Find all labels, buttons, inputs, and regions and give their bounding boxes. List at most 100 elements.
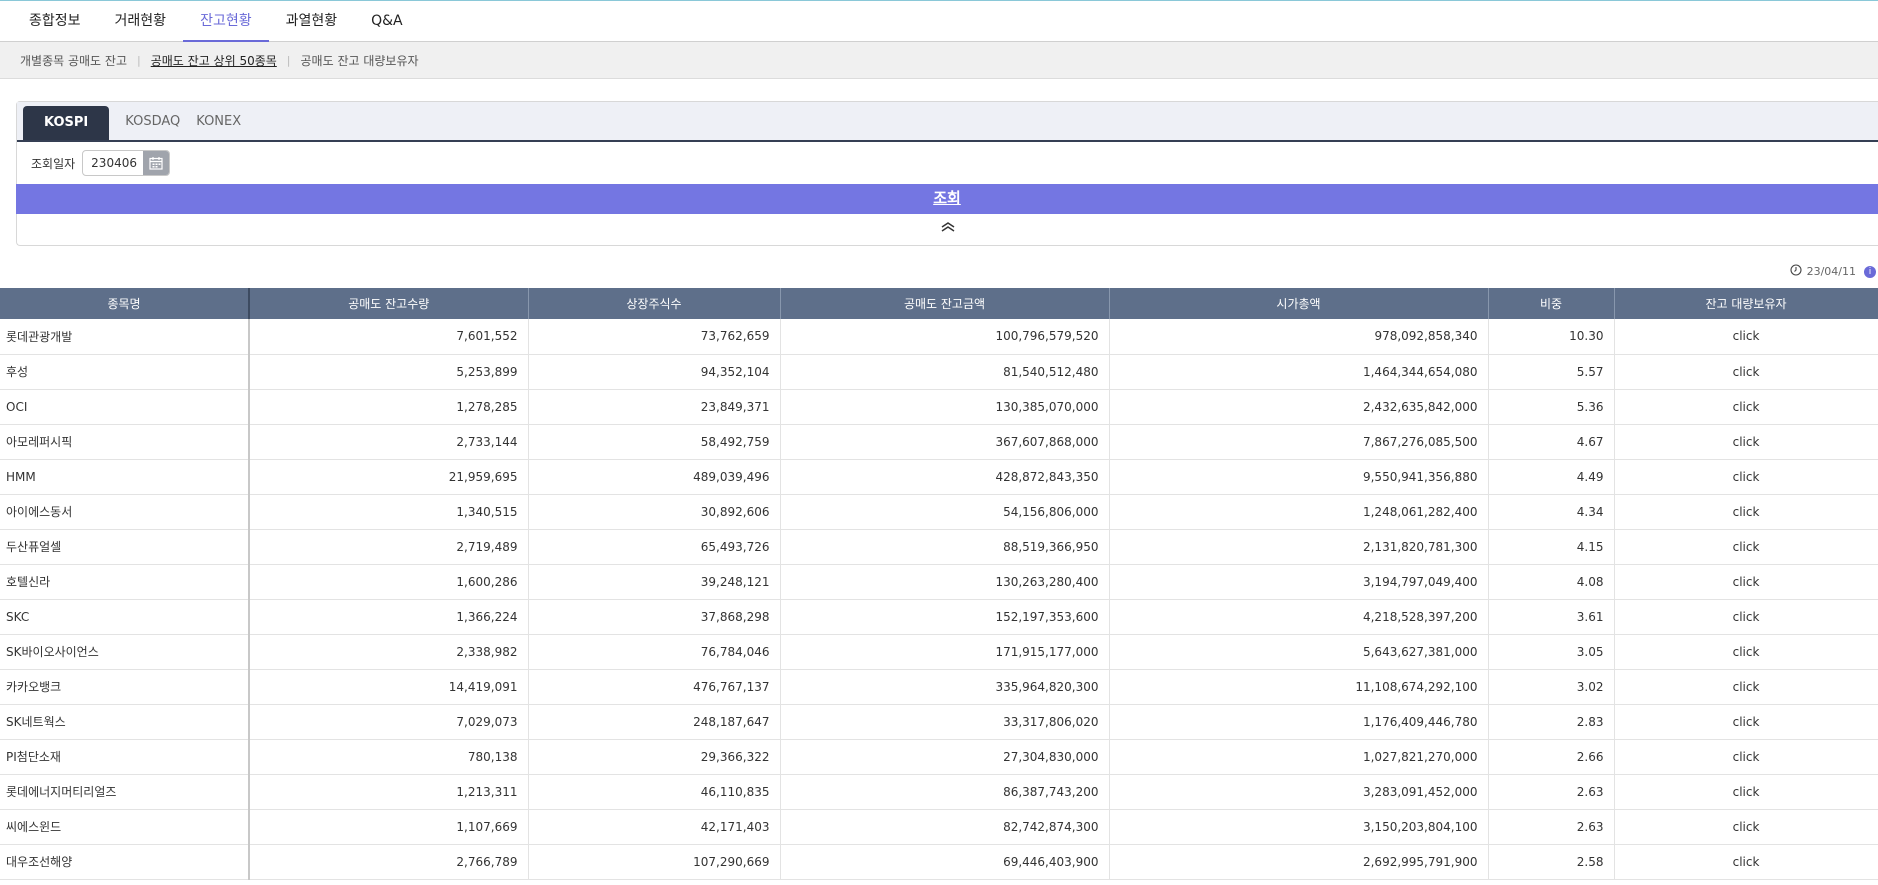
- cell-listed-shares: 39,248,121: [528, 564, 781, 600]
- tab-balance[interactable]: 잔고현황: [183, 1, 269, 42]
- search-button[interactable]: 조회: [16, 184, 1878, 214]
- tab-konex[interactable]: KONEX: [188, 104, 249, 140]
- cell-listed-shares: 489,039,496: [528, 459, 781, 495]
- cell-large-holders-link[interactable]: click: [1614, 424, 1878, 460]
- cell-short-qty: 1,366,224: [249, 599, 529, 635]
- table-row: 카카오뱅크 14,419,091 476,767,137 335,964,820,30…: [0, 669, 1878, 705]
- header-listed-shares[interactable]: 상장주식수: [528, 288, 781, 319]
- cell-ratio: 3.05: [1488, 634, 1615, 670]
- cell-ratio: 4.67: [1488, 424, 1615, 460]
- cell-large-holders-link[interactable]: click: [1614, 634, 1878, 670]
- cell-stock-name: 아모레퍼시픽: [0, 424, 250, 460]
- cell-listed-shares: 476,767,137: [528, 669, 781, 705]
- cell-large-holders-link[interactable]: click: [1614, 529, 1878, 565]
- header-stock-name[interactable]: 종목명: [0, 288, 250, 319]
- cell-large-holders-link[interactable]: click: [1614, 669, 1878, 705]
- table-row: SKC 1,366,224 37,868,298 152,197,353,600 4,2…: [0, 599, 1878, 635]
- table-row: SK바이오사이언스 2,338,982 76,784,046 171,915,177,…: [0, 634, 1878, 670]
- cell-ratio: 2.66: [1488, 739, 1615, 775]
- cell-large-holders-link[interactable]: click: [1614, 599, 1878, 635]
- sub-nav-top50[interactable]: 공매도 잔고 상위 50종목: [151, 52, 277, 69]
- cell-large-holders-link[interactable]: click: [1614, 564, 1878, 600]
- cell-short-qty: 14,419,091: [249, 669, 529, 705]
- cell-short-amount: 367,607,868,000: [780, 424, 1110, 460]
- cell-stock-name: OCI: [0, 389, 250, 425]
- cell-listed-shares: 94,352,104: [528, 354, 781, 390]
- cell-listed-shares: 107,290,669: [528, 844, 781, 880]
- date-picker: [82, 150, 171, 176]
- header-large-holders[interactable]: 잔고 대량보유자: [1614, 288, 1878, 319]
- cell-short-qty: 2,719,489: [249, 529, 529, 565]
- cell-large-holders-link[interactable]: click: [1614, 739, 1878, 775]
- cell-short-qty: 7,601,552: [249, 319, 529, 355]
- clock-icon: [1790, 264, 1802, 279]
- cell-listed-shares: 23,849,371: [528, 389, 781, 425]
- cell-short-qty: 1,107,669: [249, 809, 529, 845]
- calendar-icon[interactable]: [143, 151, 170, 175]
- cell-listed-shares: 58,492,759: [528, 424, 781, 460]
- cell-short-amount: 81,540,512,480: [780, 354, 1110, 390]
- cell-ratio: 5.57: [1488, 354, 1615, 390]
- cell-short-qty: 2,766,789: [249, 844, 529, 880]
- cell-short-qty: 1,278,285: [249, 389, 529, 425]
- cell-large-holders-link[interactable]: click: [1614, 494, 1878, 530]
- tab-kospi[interactable]: KOSPI: [23, 106, 110, 140]
- cell-large-holders-link[interactable]: click: [1614, 389, 1878, 425]
- cell-listed-shares: 30,892,606: [528, 494, 781, 530]
- chevron-double-up-icon: [941, 222, 954, 232]
- cell-large-holders-link[interactable]: click: [1614, 354, 1878, 390]
- header-short-qty[interactable]: 공매도 잔고수량: [249, 288, 529, 319]
- cell-large-holders-link[interactable]: click: [1614, 704, 1878, 740]
- cell-ratio: 4.15: [1488, 529, 1615, 565]
- cell-stock-name: 호텔신라: [0, 564, 250, 600]
- cell-ratio: 2.83: [1488, 704, 1615, 740]
- tab-overview[interactable]: 종합정보: [12, 1, 98, 41]
- cell-short-amount: 100,796,579,520: [780, 319, 1110, 355]
- table-row: 롯데에너지머티리얼즈 1,213,311 46,110,835 86,387,743,…: [0, 774, 1878, 810]
- cell-stock-name: SK바이오사이언스: [0, 634, 250, 670]
- header-short-amount[interactable]: 공매도 잔고금액: [780, 288, 1110, 319]
- cell-stock-name: 두산퓨얼셀: [0, 529, 250, 565]
- header-market-cap[interactable]: 시가총액: [1109, 288, 1489, 319]
- cell-short-qty: 780,138: [249, 739, 529, 775]
- cell-large-holders-link[interactable]: click: [1614, 844, 1878, 880]
- cell-ratio: 2.63: [1488, 774, 1615, 810]
- tab-trading[interactable]: 거래현황: [98, 1, 184, 41]
- cell-short-amount: 69,446,403,900: [780, 844, 1110, 880]
- cell-market-cap: 978,092,858,340: [1109, 319, 1489, 355]
- cell-ratio: 3.02: [1488, 669, 1615, 705]
- table-row: 아모레퍼시픽 2,733,144 58,492,759 367,607,868,000…: [0, 424, 1878, 460]
- cell-market-cap: 2,432,635,842,000: [1109, 389, 1489, 425]
- table-header-row: 종목명 공매도 잔고수량 상장주식수 공매도 잔고금액 시가총액 비중 잔고 대…: [0, 288, 1878, 319]
- cell-large-holders-link[interactable]: click: [1614, 319, 1878, 355]
- table-row: 대우조선해양 2,766,789 107,290,669 69,446,403,900…: [0, 844, 1878, 880]
- cell-market-cap: 9,550,941,356,880: [1109, 459, 1489, 495]
- tab-kosdaq[interactable]: KOSDAQ: [117, 104, 188, 140]
- info-icon[interactable]: i: [1864, 265, 1876, 278]
- tab-qna[interactable]: Q&A: [354, 1, 420, 41]
- tab-overheated[interactable]: 과열현황: [269, 1, 355, 41]
- header-ratio[interactable]: 비중: [1488, 288, 1615, 319]
- cell-stock-name: 대우조선해양: [0, 844, 250, 880]
- cell-ratio: 3.61: [1488, 599, 1615, 635]
- table-row: 롯데관광개발 7,601,552 73,762,659 100,796,579,520…: [0, 319, 1878, 355]
- cell-short-qty: 7,029,073: [249, 704, 529, 740]
- cell-large-holders-link[interactable]: click: [1614, 459, 1878, 495]
- cell-ratio: 5.36: [1488, 389, 1615, 425]
- cell-market-cap: 3,150,203,804,100: [1109, 809, 1489, 845]
- sub-nav: 개별종목 공매도 잔고 | 공매도 잔고 상위 50종목 | 공매도 잔고 대량…: [0, 42, 1878, 79]
- cell-listed-shares: 248,187,647: [528, 704, 781, 740]
- market-tabs: KOSPI KOSDAQ KONEX: [17, 102, 1878, 142]
- cell-listed-shares: 37,868,298: [528, 599, 781, 635]
- sub-nav-individual[interactable]: 개별종목 공매도 잔고: [20, 52, 127, 69]
- table-row: SK네트웍스 7,029,073 248,187,647 33,317,806,020…: [0, 704, 1878, 740]
- cell-large-holders-link[interactable]: click: [1614, 774, 1878, 810]
- short-balance-table: 종목명 공매도 잔고수량 상장주식수 공매도 잔고금액 시가총액 비중 잔고 대…: [0, 288, 1878, 880]
- collapse-button[interactable]: [17, 214, 1878, 240]
- table-row: HMM 21,959,695 489,039,496 428,872,843,350 9…: [0, 459, 1878, 495]
- cell-large-holders-link[interactable]: click: [1614, 809, 1878, 845]
- cell-short-qty: 2,338,982: [249, 634, 529, 670]
- cell-short-amount: 130,263,280,400: [780, 564, 1110, 600]
- sub-nav-large-holders[interactable]: 공매도 잔고 대량보유자: [301, 52, 419, 69]
- date-input[interactable]: [83, 156, 144, 170]
